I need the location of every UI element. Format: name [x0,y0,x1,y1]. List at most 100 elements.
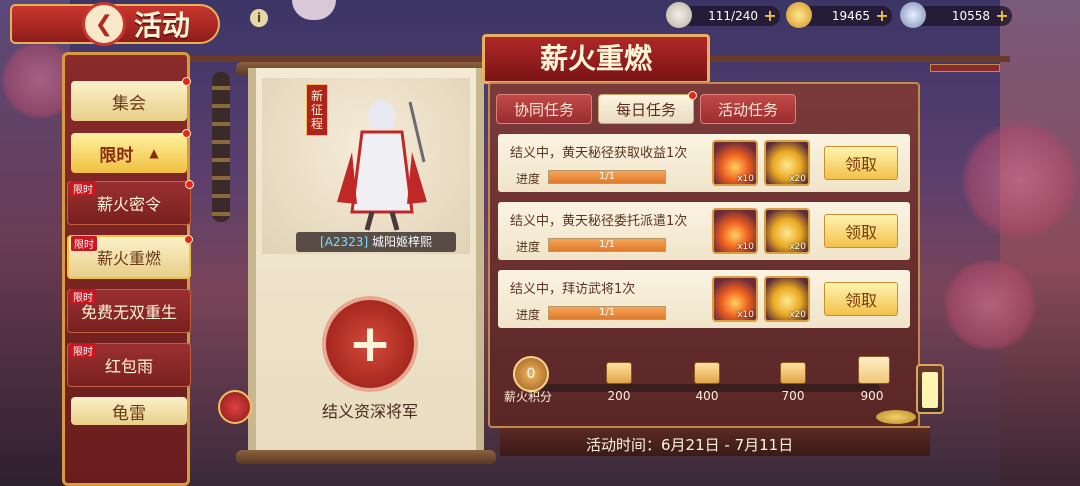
blossom-decoration [940,260,1040,350]
progress-bar: 1/1 [548,238,666,252]
points-label: 薪火积分 [504,390,553,404]
task-title: 结义中，拜访武将1次 [510,282,636,297]
claim-button[interactable]: 领取 [824,282,898,316]
back-arrow-icon: ❮ [82,2,126,46]
menu-item-free-rebirth[interactable]: 限时 免费无双重生 [67,289,191,333]
event-time: 活动时间：6月21日 - 7月11日 [586,436,794,454]
claim-button[interactable]: 领取 [824,214,898,248]
tab-event-tasks[interactable]: 活动任务 [700,94,796,124]
mascot-icon[interactable] [218,390,252,424]
menu-item-gather-label: 集会 [112,93,146,114]
notification-dot [184,235,193,244]
progress-text: 1/1 [598,171,616,182]
chest-icon[interactable] [780,362,806,384]
milestone-label: 700 [781,389,805,403]
info-icon[interactable]: i [250,9,268,27]
event-title: 薪火重燃 [482,34,710,84]
tab-label: 活动任务 [717,100,778,119]
chevron-up-icon: ▲ [149,146,159,160]
menu-item-xinhuo-order[interactable]: 限时 薪火密令 [67,180,194,225]
lantern-icon [916,364,944,414]
gold-ingot-reward-icon[interactable]: x20 [764,140,810,186]
reward-qty: x10 [737,242,754,252]
notification-dot [185,180,194,189]
resource-stamina-value: 111/240 [708,9,758,23]
notification-dot [182,129,191,138]
background-right [1000,0,1080,486]
add-stamina-button[interactable]: + [762,8,778,24]
task-row: 结义中，黄天秘径获取收益1次 进度 1/1 x10 x20 领取 [498,134,910,192]
resource-gold: 19465 + [786,2,892,28]
menu-item-label: 红包雨 [104,357,153,376]
reward-qty: x20 [789,310,806,320]
progress-text: 1/1 [598,239,616,250]
progress-text: 1/1 [598,307,616,318]
fire-reward-icon[interactable]: x10 [712,276,758,322]
progress-bar: 1/1 [548,306,666,320]
points-value: 0 [513,356,549,392]
progress-bar: 1/1 [548,170,666,184]
claim-label: 领取 [844,155,877,174]
scroll-bottom-rod [236,450,496,464]
claim-label: 领取 [844,291,877,310]
task-row: 结义中，拜访武将1次 进度 1/1 x10 x20 领取 [498,270,910,328]
add-sworn-slot-button[interactable]: + [322,296,418,392]
reward-qty: x20 [789,174,806,184]
activity-menu: 集会 限时 ▲ 限时 薪火密令 限时 薪火重燃 限时 免费无双重生 限时 红包雨… [62,52,194,486]
resource-stamina: 111/240 + [666,2,780,28]
plus-icon: + [348,314,392,374]
resource-gold-value: 19465 [831,9,870,23]
limited-tag: 限时 [70,343,96,358]
hero-name: 城阳姬梓熙 [371,235,432,249]
progress-label: 进度 [516,240,541,254]
milestone-label: 200 [607,389,631,403]
menu-item-label: 龟雷 [112,403,146,424]
notification-dot [688,91,697,100]
back-button[interactable]: ❮ 活动 [10,2,220,46]
progress-label: 进度 [516,308,541,322]
sworn-slot-label: 结义资深将军 [321,402,418,421]
limited-tag: 限时 [70,289,96,304]
milestone-label: 900 [860,389,884,403]
tab-cooperative-tasks[interactable]: 协同任务 [496,94,592,124]
gold-ingot-reward-icon[interactable]: x20 [764,276,810,322]
gold-ingot-reward-icon[interactable]: x20 [764,208,810,254]
resource-silver: 10558 + [900,2,1012,28]
task-title: 结义中，黄天秘径委托派遣1次 [510,214,688,229]
notification-dot [182,77,191,86]
gold-ingot-icon [786,2,812,28]
frame-right-beam [930,64,1000,72]
menu-item-label: 薪火重燃 [96,249,161,268]
fire-reward-icon[interactable]: x10 [712,208,758,254]
menu-item-red-packet-rain[interactable]: 限时 红包雨 [67,343,191,387]
bead-string-decoration [212,72,230,222]
blossom-decoration [960,120,1080,240]
add-gold-button[interactable]: + [874,8,890,24]
menu-item-limited-label: 限时 [99,145,134,166]
milestone-label: 400 [695,389,719,403]
task-row: 结义中，黄天秘径委托派遣1次 进度 1/1 x10 x20 领取 [498,202,910,260]
claim-button[interactable]: 领取 [824,146,898,180]
chest-icon[interactable] [694,362,720,384]
tab-label: 协同任务 [513,100,574,119]
hero-code: [A2323] [320,235,369,249]
claim-label: 领取 [844,223,877,242]
menu-item-limited[interactable]: 限时 ▲ [71,129,191,173]
menu-item-gather[interactable]: 集会 [71,77,191,121]
menu-item-turtle-thunder[interactable]: 龟雷 [71,397,187,425]
rice-bun-icon [666,2,692,28]
menu-item-xinhuo-rekindle[interactable]: 限时 薪火重燃 [67,235,193,279]
reward-qty: x20 [789,242,806,252]
fire-reward-icon[interactable]: x10 [712,140,758,186]
add-silver-button[interactable]: + [994,8,1010,24]
big-chest-icon[interactable] [858,356,890,384]
chest-icon[interactable] [606,362,632,384]
lantern-glow [922,372,938,408]
limited-tag: 限时 [71,236,97,251]
avatar-decoration [292,0,336,20]
progress-label: 进度 [516,172,541,186]
tab-daily-tasks[interactable]: 每日任务 [598,91,697,124]
silver-coin-icon [900,2,926,28]
coins-decoration [876,410,916,424]
new-journey-tag: 新征程 [306,84,328,136]
